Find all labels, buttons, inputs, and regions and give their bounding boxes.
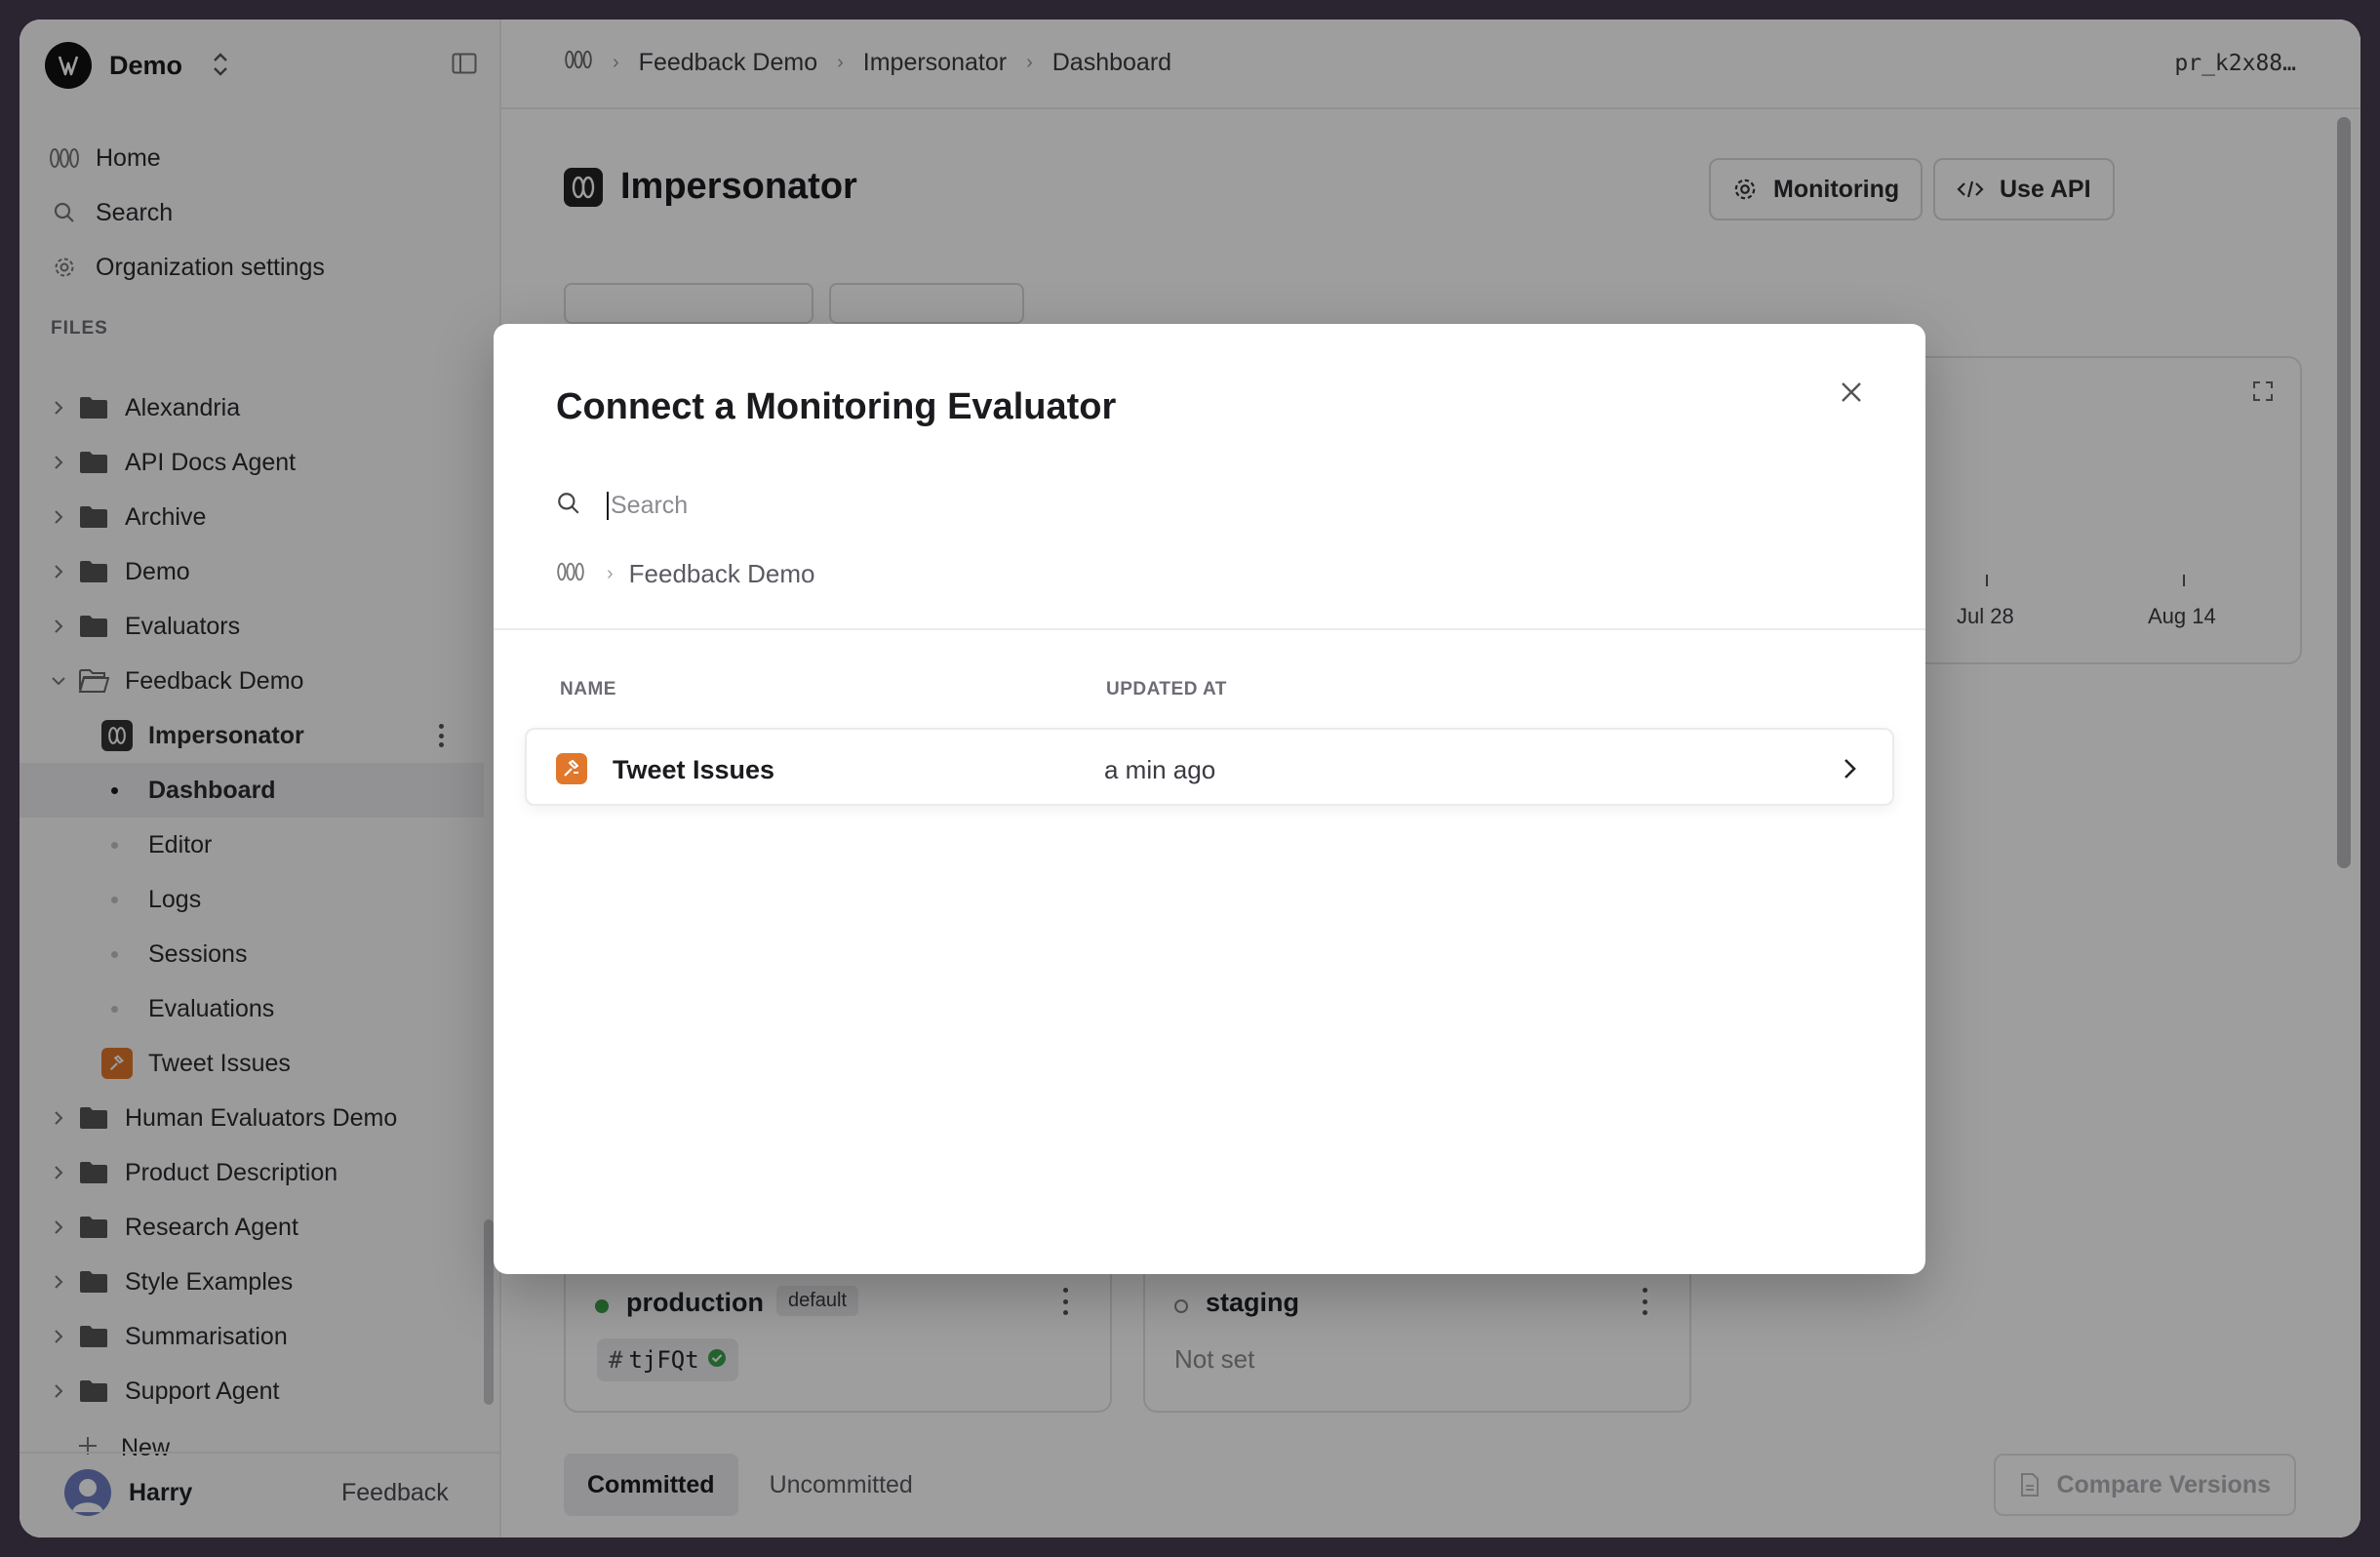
divider [494, 628, 1925, 630]
path-folder[interactable]: Feedback Demo [629, 559, 815, 589]
app-window: Demo Home Search Organization settings F… [20, 20, 2360, 1537]
humanloop-logo-icon[interactable] [556, 559, 585, 589]
chevron-right-icon[interactable] [1840, 755, 1859, 787]
close-icon[interactable] [1832, 373, 1871, 412]
search-icon [556, 491, 581, 521]
dialog-search [556, 484, 1863, 527]
row-name: Tweet Issues [613, 755, 775, 784]
chevron-right-icon: › [607, 562, 614, 584]
dialog-title: Connect a Monitoring Evaluator [556, 386, 1117, 427]
row-updated: a min ago [1104, 755, 1216, 784]
column-header-updated: UPDATED AT [1106, 679, 1227, 699]
dialog-path: › Feedback Demo [556, 554, 814, 593]
search-input[interactable] [607, 491, 1777, 520]
connect-evaluator-dialog: Connect a Monitoring Evaluator › Feedbac… [494, 324, 1925, 1274]
evaluator-icon [556, 753, 587, 784]
table-row[interactable]: Tweet Issues a min ago [525, 728, 1894, 806]
column-header-name: NAME [560, 679, 616, 699]
